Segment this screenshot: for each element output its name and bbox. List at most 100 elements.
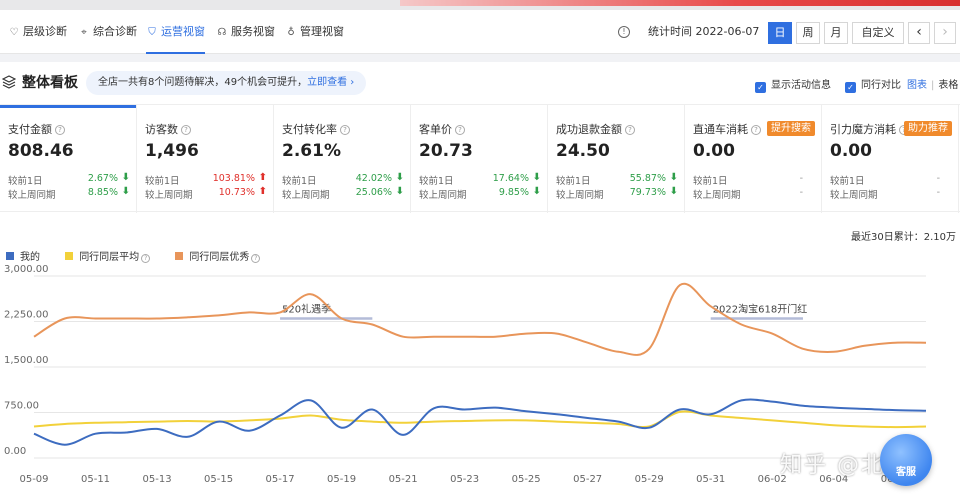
metric-cards: 支付金额? 808.46 较前1日 2.67% ⬇ 较上周同期 8.85% ⬇ 访客数? 1,49… [0, 104, 960, 213]
activity-label: 2022淘宝618开门红 [713, 302, 808, 315]
card-avg-order[interactable]: 客单价? 20.73 较前1日 17.64% ⬇ 较上周同期 9.85% ⬇ [411, 105, 548, 213]
compare-label: 较前1日 [8, 176, 43, 187]
card-visitors[interactable]: 访客数? 1,496 较前1日 103.81% ⬆ 较上周同期 10.73% ⬆ [137, 105, 274, 213]
prev-date-button[interactable]: ‹ [908, 22, 930, 44]
customer-service-button[interactable]: 客服 [880, 434, 932, 486]
view-now-link[interactable]: 立即查看 › [307, 77, 354, 88]
info-icon[interactable]: ! [618, 26, 630, 38]
card-refund-amount[interactable]: 成功退款金额? 24.50 较前1日 55.87% ⬇ 较上周同期 79.73% ⬇ [548, 105, 685, 213]
board-title: 整体看板 [22, 75, 78, 91]
card-ztc-spend[interactable]: 直通车消耗? 0.00 提升搜索 较前1日 - 较上周同期 - [685, 105, 822, 213]
arrow-down-icon: ⬇ [395, 172, 404, 183]
compare-label: 较前1日 [282, 176, 317, 187]
x-tick-label: 05-13 [143, 474, 172, 485]
compare-value: 42.02% [355, 173, 392, 184]
arrow-up-icon: ⬆ [258, 172, 267, 183]
show-activity-checkbox[interactable]: ✓ 显示活动信息 [755, 76, 831, 93]
metric-name-text: 支付转化率 [282, 123, 337, 136]
compare-value: 2.67% [87, 173, 118, 184]
tab-overall-diagnosis[interactable]: ⌖ 综合诊断 [78, 10, 137, 54]
compare-last-week: 较上周同期 9.85% ⬇ [419, 186, 541, 201]
arrow-down-icon: ⬇ [532, 172, 541, 183]
x-tick-label: 05-17 [266, 474, 295, 485]
boost-tag[interactable]: 助力推荐 [904, 121, 952, 136]
compare-label: 较前1日 [145, 176, 180, 187]
help-icon[interactable]: ? [181, 125, 191, 135]
help-icon[interactable]: ? [625, 125, 635, 135]
boost-tag[interactable]: 提升搜索 [767, 121, 815, 136]
check-icon: ✓ [845, 82, 856, 93]
y-tick-label: 1,500.00 [4, 355, 49, 366]
help-icon[interactable]: ? [751, 125, 761, 135]
legend-item-mine[interactable]: 我的 [6, 248, 40, 263]
compare-prev-day: 较前1日 42.02% ⬇ [282, 172, 404, 187]
metric-name: 访客数? [145, 121, 191, 137]
layers-icon [2, 75, 16, 89]
next-date-button[interactable]: › [934, 22, 956, 44]
y-tick-label: 3,000.00 [4, 264, 49, 275]
top-nav: ♡ 层级诊断 ⌖ 综合诊断 ⛉ 运营视窗 ☊ 服务视窗 ♁ 管理视窗 ! 统计时间 202… [0, 10, 960, 54]
help-icon[interactable]: ? [340, 125, 350, 135]
metric-name: 支付金额? [8, 121, 65, 137]
metric-value: 24.50 [556, 141, 610, 161]
tab-operations-view[interactable]: ⛉ 运营视窗 [146, 10, 205, 54]
last-30-days-summary: 最近30日累计：2.10万 [851, 232, 956, 243]
table-view-button[interactable]: 表格 [938, 80, 958, 91]
tab-label: 综合诊断 [93, 25, 137, 38]
legend-item-peer-avg[interactable]: 同行同层平均? [65, 248, 151, 263]
tab-label: 管理视窗 [300, 25, 344, 38]
check-icon: ✓ [755, 82, 766, 93]
peer-compare-checkbox[interactable]: ✓ 同行对比 [845, 76, 901, 93]
tab-level-diagnosis[interactable]: ♡ 层级诊断 [8, 10, 67, 54]
x-tick-label: 05-15 [204, 474, 233, 485]
stat-time: 统计时间 2022-06-07 [648, 25, 760, 38]
compare-label: 较上周同期 [419, 190, 467, 201]
tab-service-view[interactable]: ☊ 服务视窗 [216, 10, 275, 54]
compare-value: 8.85% [87, 187, 118, 198]
compare-label: 较上周同期 [282, 190, 330, 201]
card-conversion-rate[interactable]: 支付转化率? 2.61% 较前1日 42.02% ⬇ 较上周同期 25.06% ⬇ [274, 105, 411, 213]
compare-value: 79.73% [629, 187, 666, 198]
series-line-peer-avg [33, 410, 927, 429]
help-icon[interactable]: ? [455, 125, 465, 135]
legend-swatch [65, 252, 74, 260]
range-week-button[interactable]: 周 [796, 22, 820, 44]
customer-service-label: 客服 [896, 467, 916, 478]
arrow-down-icon: ⬇ [121, 186, 130, 197]
tab-management-view[interactable]: ♁ 管理视窗 [285, 10, 344, 54]
compare-value: 55.87% [629, 173, 666, 184]
chart-view-button[interactable]: 图表 [907, 80, 927, 91]
y-tick-label: 2,250.00 [4, 310, 49, 321]
range-month-button[interactable]: 月 [824, 22, 848, 44]
tab-label: 层级诊断 [23, 25, 67, 38]
compare-value: 103.81% [212, 173, 255, 184]
card-ylmf-spend[interactable]: 引力魔方消耗? 0.00 助力推荐较前1日 - 较上周同期 - [822, 105, 959, 213]
card-payment-amount[interactable]: 支付金额? 808.46 较前1日 2.67% ⬇ 较上周同期 8.85% ⬇ [0, 105, 137, 213]
range-custom-button[interactable]: 自定义 [852, 22, 904, 44]
compare-last-week: 较上周同期 - [693, 187, 815, 201]
compare-label: 较前1日 [693, 176, 728, 187]
compare-last-week: 较上周同期 79.73% ⬇ [556, 186, 678, 201]
overview-board: 整体看板 全店一共有8个问题待解决，49个机会可提升，立即查看 › ✓ 显示活动信… [0, 62, 960, 502]
compare-last-week: 较上周同期 25.06% ⬇ [282, 186, 404, 201]
compare-value: 10.73% [218, 187, 255, 198]
compare-last-week: 较上周同期 8.85% ⬇ [8, 186, 130, 201]
arrow-down-icon: ⬇ [669, 186, 678, 197]
activity-label: 520礼遇季 [282, 302, 331, 315]
compare-value: - [936, 173, 940, 184]
metric-name: 引力魔方消耗? [830, 121, 909, 137]
metric-value: 808.46 [8, 141, 74, 161]
arrow-down-icon: ⬇ [395, 186, 404, 197]
range-day-button[interactable]: 日 [768, 22, 792, 44]
x-tick-label: 05-27 [573, 474, 602, 485]
arrow-down-icon: ⬇ [532, 186, 541, 197]
x-tick-label: 05-11 [81, 474, 110, 485]
x-tick-label: 05-23 [450, 474, 479, 485]
help-icon[interactable]: ? [55, 125, 65, 135]
compare-value: 9.85% [498, 187, 529, 198]
legend-item-peer-top[interactable]: 同行同层优秀? [175, 248, 261, 263]
compare-label: 较前1日 [556, 176, 591, 187]
checkbox-label: 同行对比 [861, 80, 901, 91]
arrow-up-icon: ⬆ [258, 186, 267, 197]
chart-legend: 我的 同行同层平均? 同行同层优秀? [6, 248, 282, 263]
